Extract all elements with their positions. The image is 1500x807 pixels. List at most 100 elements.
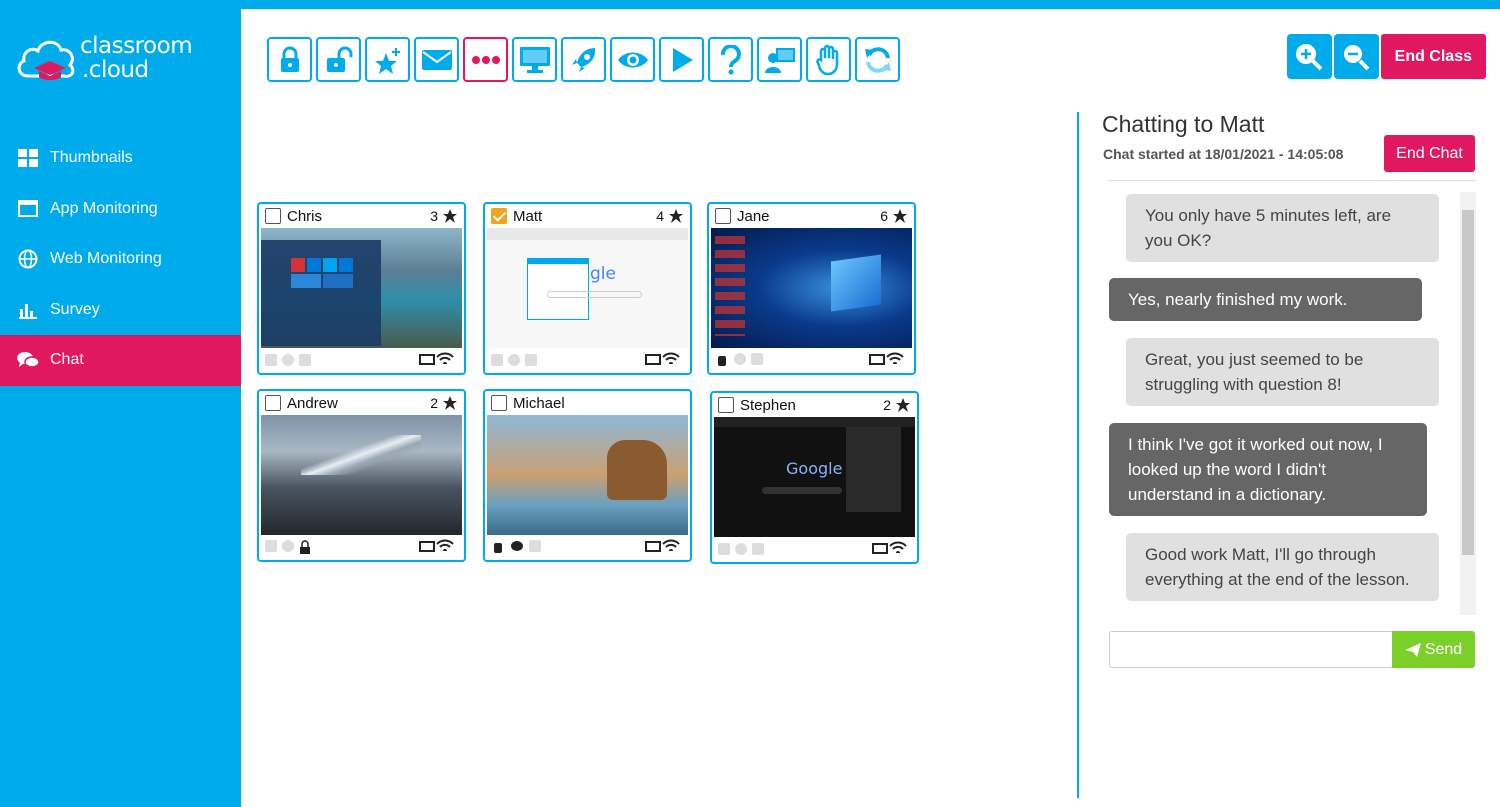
hands-up-button[interactable] [806, 37, 851, 82]
star-icon [443, 209, 457, 223]
screen-thumbnail[interactable]: Google [714, 417, 915, 537]
star-icon [896, 398, 910, 412]
sidebar-item-thumbnails[interactable]: Thumbnails [0, 133, 241, 184]
play-icon [672, 47, 693, 72]
select-checkbox[interactable] [265, 208, 281, 224]
award-count: 3 [430, 208, 438, 224]
student-card[interactable]: Michael [483, 389, 692, 562]
screen-thumbnail[interactable] [487, 415, 688, 535]
screen-thumbnail[interactable] [261, 228, 462, 348]
window-icon [17, 198, 39, 220]
class-controls: End Class [1286, 34, 1486, 79]
student-card[interactable]: Jane 6 [707, 202, 916, 375]
sidebar-item-survey[interactable]: Survey [0, 285, 241, 336]
end-chat-button[interactable]: End Chat [1384, 135, 1475, 172]
chat-title: Chatting to Matt [1102, 111, 1265, 137]
sidebar-item-label: Web Monitoring [50, 250, 162, 268]
unlock-button[interactable] [316, 37, 361, 82]
student-card[interactable]: Andrew 2 [257, 389, 466, 562]
hand-icon [718, 356, 726, 366]
end-class-button[interactable]: End Class [1380, 34, 1486, 79]
monitor-icon [519, 46, 550, 73]
status-icons [645, 352, 680, 365]
student-name: Chris [287, 207, 323, 225]
student-card[interactable]: Chris 3 [257, 202, 466, 375]
play-button[interactable] [659, 37, 704, 82]
select-checkbox[interactable] [715, 208, 731, 224]
hand-icon [815, 44, 838, 75]
screen-thumbnail[interactable] [711, 228, 912, 348]
dots-icon [471, 55, 500, 64]
lock-icon [300, 540, 310, 554]
lock-button[interactable] [267, 37, 312, 82]
select-checkbox[interactable] [491, 208, 507, 224]
status-icons [419, 352, 454, 365]
help-button[interactable] [708, 37, 753, 82]
zoom-out-button[interactable] [1333, 34, 1379, 79]
message-button[interactable] [414, 37, 459, 82]
zoom-in-button[interactable] [1286, 34, 1332, 79]
award-count: 2 [883, 397, 891, 413]
student-name: Stephen [740, 396, 796, 414]
student-name: Michael [513, 394, 565, 412]
logo-text-line2: .cloud [82, 57, 149, 83]
sidebar-item-web-monitoring[interactable]: Web Monitoring [0, 234, 241, 285]
award-count: 4 [656, 208, 664, 224]
sidebar-item-app-monitoring[interactable]: App Monitoring [0, 184, 241, 235]
chat-messages: You only have 5 minutes left, are you OK… [1108, 192, 1476, 615]
status-icons [872, 541, 907, 554]
chat-scrollbar[interactable] [1460, 192, 1476, 615]
send-button[interactable]: Send [1392, 631, 1475, 668]
sidebar-item-chat[interactable]: Chat [0, 335, 241, 386]
presenter-icon [764, 47, 795, 73]
star-icon [669, 209, 683, 223]
classroom-cloud-logo: classroom .cloud [14, 34, 214, 90]
more-options-button[interactable] [463, 37, 508, 82]
send-label: Send [1424, 640, 1463, 658]
student-name: Matt [513, 207, 543, 225]
grid-icon [17, 147, 39, 169]
envelope-icon [421, 49, 452, 70]
zoom-out-icon [1344, 44, 1370, 70]
screen-button[interactable] [512, 37, 557, 82]
hand-icon [494, 543, 502, 553]
select-checkbox[interactable] [265, 395, 281, 411]
send-icon [1404, 642, 1421, 657]
screen-thumbnail[interactable]: gle [487, 228, 688, 348]
cloud-logo-icon [17, 40, 75, 80]
student-card[interactable]: Matt 4 gle [483, 202, 692, 375]
rocket-icon [571, 47, 595, 72]
sidebar-item-label: Chat [50, 351, 84, 369]
star-icon [893, 209, 907, 223]
bar-chart-icon [17, 299, 39, 321]
student-card[interactable]: Stephen 2 Google [710, 391, 919, 564]
chat-icon [511, 541, 523, 551]
launch-button[interactable] [561, 37, 606, 82]
select-checkbox[interactable] [718, 397, 734, 413]
watch-button[interactable] [610, 37, 655, 82]
sidebar-item-label: Survey [50, 300, 100, 318]
action-toolbar [267, 37, 904, 82]
message-teacher: Great, you just seemed to be struggling … [1126, 338, 1439, 406]
present-button[interactable] [757, 37, 802, 82]
screen-thumbnail[interactable] [261, 415, 462, 535]
select-checkbox[interactable] [491, 395, 507, 411]
refresh-icon [864, 46, 891, 73]
sidebar: classroom .cloud Thumbnails App Monitori… [0, 0, 241, 807]
logo-text-line1: classroom [80, 33, 193, 59]
award-star-button[interactable] [365, 37, 410, 82]
scrollbar-thumb[interactable] [1462, 210, 1474, 555]
status-icons [419, 539, 454, 552]
student-name: Jane [737, 207, 770, 225]
chat-message-input[interactable] [1109, 631, 1393, 668]
sidebar-item-label: Thumbnails [50, 149, 133, 167]
lock-icon [280, 46, 299, 72]
student-name: Andrew [287, 394, 338, 412]
unlock-icon [326, 46, 352, 72]
zoom-in-icon [1296, 43, 1323, 70]
chat-started-time: Chat started at 18/01/2021 - 14:05:08 [1103, 146, 1344, 162]
sidebar-nav: Thumbnails App Monitoring Web Monitoring… [0, 133, 241, 386]
chat-panel-divider [1077, 112, 1079, 798]
refresh-button[interactable] [855, 37, 900, 82]
question-icon [720, 44, 741, 74]
